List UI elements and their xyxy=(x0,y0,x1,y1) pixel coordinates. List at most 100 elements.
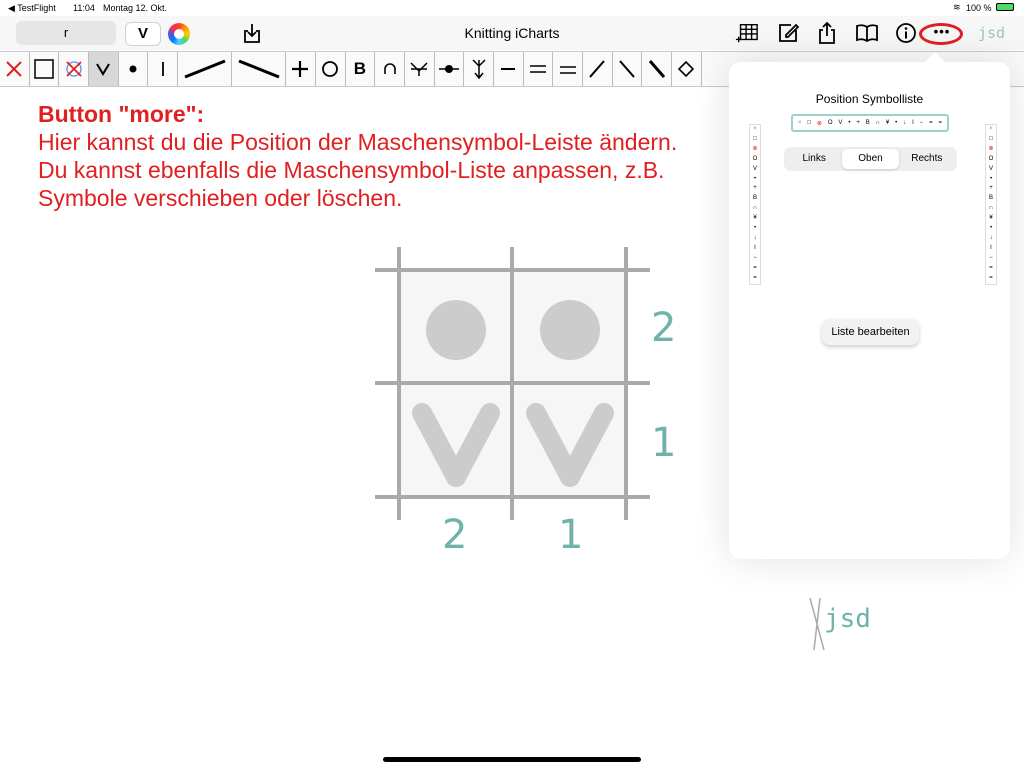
pattern-field[interactable]: r xyxy=(16,21,116,45)
symbol-double-line[interactable] xyxy=(553,52,583,86)
mini-symbol: • xyxy=(848,120,851,126)
help-instructions: Button "more": Hier kannst du die Positi… xyxy=(38,100,738,212)
symbol-diamond[interactable] xyxy=(672,52,702,86)
mini-symbol: V xyxy=(988,165,993,172)
mini-symbol: ⊗ xyxy=(752,145,758,152)
mini-symbol: − xyxy=(919,120,924,126)
mini-symbol: = xyxy=(753,264,757,271)
toolbar-preview-top: × □ ⊗ O V • + B ∩ ¥ • ↓ I − = = xyxy=(791,114,949,132)
symbol-no-stitch[interactable] xyxy=(0,52,30,86)
more-popover: Position Symbolliste × □ ⊗ O V • + B ∩ ¥ • ↓ I − = = × □… xyxy=(729,52,1010,559)
color-picker-icon[interactable] xyxy=(168,23,190,45)
mini-symbol: O xyxy=(752,155,758,162)
symbol-b[interactable]: B xyxy=(346,52,376,86)
mini-symbol: + xyxy=(856,120,860,126)
status-time: 11:04 xyxy=(73,3,95,13)
symbol-purl-dot[interactable] xyxy=(119,52,149,86)
status-bar: ◀ TestFlight 11:04 Montag 12. Okt. 100 %… xyxy=(0,0,1024,16)
mini-symbol: • xyxy=(753,225,757,232)
toolbar-preview-left: × □ ⊗ O V • + B ∩ ¥ • ↓ I − = = xyxy=(749,124,761,285)
symbol-dash[interactable] xyxy=(494,52,524,86)
mini-symbol: × xyxy=(797,120,802,126)
mini-symbol: • xyxy=(989,175,993,182)
mini-symbol: I xyxy=(912,120,914,126)
symbol-arch[interactable] xyxy=(375,52,405,86)
help-line-edit: Du kannst ebenfalls die Maschensymbol-Li… xyxy=(38,157,665,211)
mini-symbol: = xyxy=(938,120,943,126)
back-to-app-link[interactable]: ◀ TestFlight xyxy=(8,3,56,14)
symbol-line-vertical[interactable] xyxy=(148,52,179,86)
share-icon[interactable] xyxy=(815,21,839,45)
jsd-logo-small: jsd xyxy=(978,24,1006,42)
mini-symbol: I xyxy=(754,244,756,251)
help-line-position: Hier kannst du die Position der Maschens… xyxy=(38,129,678,155)
mini-symbol: ⊗ xyxy=(988,145,994,152)
mini-symbol: O xyxy=(827,120,833,126)
stitch-selector[interactable]: V xyxy=(125,22,161,46)
toolbar-preview-right: × □ ⊗ O V • + B ∩ ¥ • ↓ I − = = xyxy=(985,124,997,285)
symbol-slant-left[interactable] xyxy=(232,52,287,86)
help-heading: Button "more": xyxy=(38,101,205,127)
mini-symbol: ¥ xyxy=(753,215,757,222)
symbol-dot-line[interactable] xyxy=(435,52,465,86)
symbol-arrow-down[interactable] xyxy=(464,52,494,86)
mini-symbol: ↓ xyxy=(903,120,907,126)
mini-symbol: • xyxy=(753,175,757,182)
mini-symbol: B xyxy=(752,195,757,202)
mini-symbol: ¥ xyxy=(885,120,890,126)
symbol-backslash[interactable] xyxy=(613,52,643,86)
mini-symbol: B xyxy=(865,120,870,126)
mini-symbol: + xyxy=(989,185,993,192)
mini-symbol: − xyxy=(753,254,757,261)
mini-symbol: ↓ xyxy=(753,234,757,241)
mini-symbol: V xyxy=(752,165,757,172)
mini-symbol: ∩ xyxy=(875,120,881,126)
mini-symbol: + xyxy=(753,185,757,192)
wifi-icon: ≋ xyxy=(953,2,961,12)
mini-symbol: □ xyxy=(807,120,811,126)
mini-symbol: □ xyxy=(753,135,757,142)
segment-rechts[interactable]: Rechts xyxy=(899,149,955,169)
info-icon[interactable] xyxy=(894,21,918,45)
symbol-knit-v[interactable] xyxy=(89,52,119,86)
symbol-slash[interactable] xyxy=(583,52,613,86)
download-icon[interactable] xyxy=(240,21,264,45)
chart-purl-dot-2[interactable] xyxy=(540,300,600,360)
mini-symbol: I xyxy=(990,244,992,251)
symbol-crossed[interactable] xyxy=(59,52,90,86)
mini-symbol: − xyxy=(989,254,993,261)
symbol-equals[interactable] xyxy=(524,52,554,86)
mini-symbol: O xyxy=(988,155,994,162)
symbol-empty-square[interactable] xyxy=(30,52,60,86)
home-indicator[interactable] xyxy=(383,757,641,762)
status-date: Montag 12. Okt. xyxy=(103,3,168,13)
column-label-2: 2 xyxy=(442,512,468,558)
mini-symbol: ↓ xyxy=(989,234,993,241)
symbol-yarn-over[interactable] xyxy=(316,52,346,86)
mini-symbol: = xyxy=(929,120,933,126)
segment-oben[interactable]: Oben xyxy=(842,149,899,169)
symbol-slant-right[interactable] xyxy=(178,52,233,86)
mini-symbol: × xyxy=(989,126,993,132)
segment-links[interactable]: Links xyxy=(786,149,842,169)
symbol-plus[interactable] xyxy=(286,52,316,86)
edit-icon[interactable] xyxy=(776,21,800,45)
symbol-backslash-bold[interactable] xyxy=(642,52,673,86)
book-icon[interactable] xyxy=(855,21,879,45)
edit-list-button[interactable]: Liste bearbeiten xyxy=(822,319,919,345)
mini-symbol: = xyxy=(989,274,993,281)
chart-purl-dot-1[interactable] xyxy=(426,300,486,360)
mini-symbol: = xyxy=(989,264,993,271)
mini-symbol: ⊗ xyxy=(816,120,822,127)
mini-symbol: ¥ xyxy=(989,215,993,222)
grid-icon[interactable] xyxy=(735,21,759,45)
row-label-1: 1 xyxy=(651,420,677,466)
position-segmented-control: Links Oben Rechts xyxy=(784,147,957,171)
more-button[interactable]: ••• xyxy=(927,24,957,39)
mini-symbol: ∩ xyxy=(988,205,994,212)
battery-level: 100 % xyxy=(966,3,992,13)
popover-title: Position Symbolliste xyxy=(815,92,924,106)
jsd-logo: jsd xyxy=(808,596,888,652)
symbol-decrease-y[interactable] xyxy=(405,52,435,86)
column-label-1: 1 xyxy=(558,512,584,558)
